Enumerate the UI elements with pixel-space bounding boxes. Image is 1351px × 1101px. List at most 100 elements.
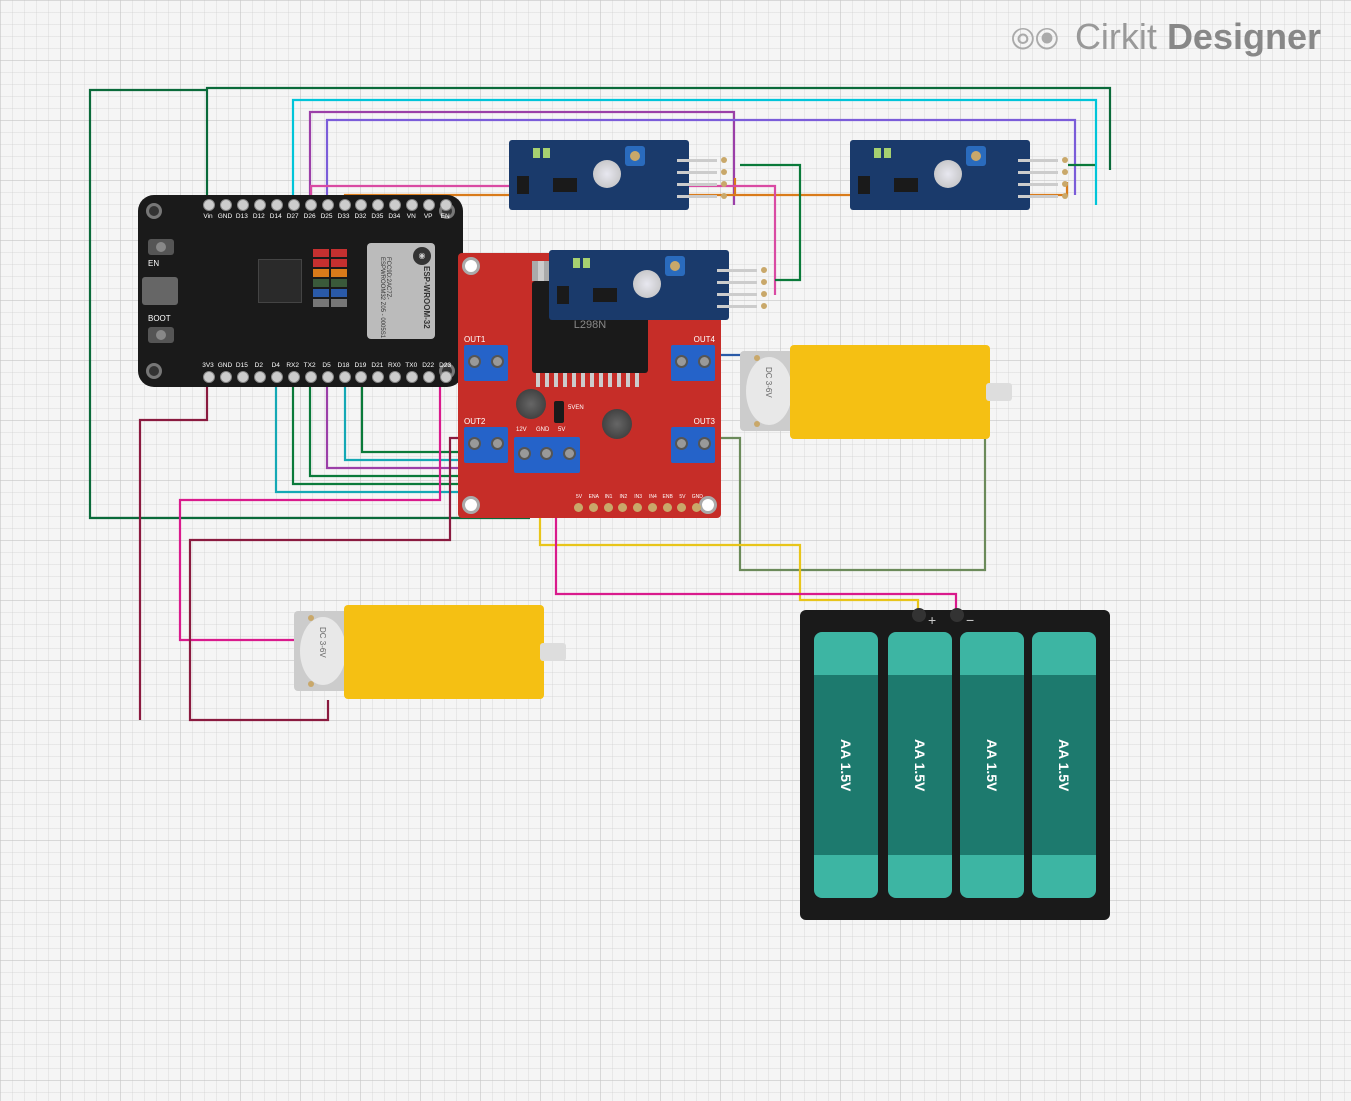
brand-name: Cirkit xyxy=(1075,16,1157,57)
out3-label: OUT3 xyxy=(694,417,715,426)
ctrl-pin-label: IN2 xyxy=(616,494,630,500)
out1-terminal[interactable] xyxy=(464,345,508,381)
motor-terminal-neg[interactable] xyxy=(754,421,760,427)
esp32-board[interactable]: VinGNDD13D12D14D27D26D25D33D32D35D34VNVP… xyxy=(138,195,463,387)
out1-label: OUT1 xyxy=(464,335,485,344)
circuit-icon: ⦾⦿ xyxy=(1011,23,1059,56)
esp32-top-pins: VinGNDD13D12D14D27D26D25D33D32D35D34VNVP… xyxy=(200,199,453,233)
power-led xyxy=(874,148,881,158)
ctrl-pin-label: 5V xyxy=(675,494,689,500)
ir-emitter xyxy=(517,176,529,194)
shield-marking: FCC9D:2AC7Z-ESPWROOM32 Z05 - 0005S1 xyxy=(379,257,391,339)
mounting-hole xyxy=(146,203,162,219)
ctrl-pin-label: IN1 xyxy=(602,494,616,500)
power-led xyxy=(573,258,580,268)
ctrl-pin-5v[interactable]: 5V xyxy=(677,480,689,512)
battery-holder[interactable]: + − AA 1.5V AA 1.5V AA 1.5V AA 1.5V xyxy=(800,610,1110,920)
ctrl-pin-label: ENB xyxy=(661,494,675,500)
ctrl-pin-label: 5V xyxy=(572,494,586,500)
capacitor xyxy=(516,389,546,419)
cell-label: AA 1.5V xyxy=(984,739,1000,791)
ir-sensor-3[interactable] xyxy=(549,250,729,320)
ctrl-pin-label: ENA xyxy=(587,494,601,500)
pwr-gnd: GND xyxy=(536,427,549,433)
motor-label: DC 3-6V xyxy=(318,627,327,658)
boot-button[interactable] xyxy=(148,327,174,343)
ir-pins xyxy=(677,156,727,204)
battery-neg-terminal[interactable] xyxy=(950,608,964,622)
ir-sensor-1[interactable] xyxy=(509,140,689,210)
capacitor xyxy=(602,409,632,439)
pin-en[interactable]: EN xyxy=(437,199,453,233)
mounting-hole xyxy=(462,496,480,514)
motor-label: DC 3-6V xyxy=(764,367,773,398)
ir-receiver xyxy=(934,160,962,188)
boot-label: BOOT xyxy=(148,314,171,323)
ctrl-pin-in3[interactable]: IN3 xyxy=(633,480,645,512)
power-led xyxy=(533,148,540,158)
ctrl-pin-5v[interactable]: 5V xyxy=(574,480,586,512)
motor-axle xyxy=(986,383,1012,401)
battery-cell: AA 1.5V xyxy=(888,632,952,898)
cell-label: AA 1.5V xyxy=(912,739,928,791)
motor-terminal-pos[interactable] xyxy=(308,615,314,621)
shield-label: ESP-WROOM-32 xyxy=(422,266,431,329)
out4-terminal[interactable] xyxy=(671,345,715,381)
motor-terminal-pos[interactable] xyxy=(754,355,760,361)
battery-pos-terminal[interactable] xyxy=(912,608,926,622)
wifi-shield: ◉ FCC9D:2AC7Z-ESPWROOM32 Z05 - 0005S1 ES… xyxy=(367,243,435,339)
battery-cell: AA 1.5V xyxy=(814,632,878,898)
signal-led xyxy=(543,148,550,158)
pwr-12v: 12V xyxy=(516,427,527,433)
out2-terminal[interactable] xyxy=(464,427,508,463)
en-button[interactable] xyxy=(148,239,174,255)
out4-label: OUT4 xyxy=(694,335,715,344)
usb-port xyxy=(142,277,178,305)
ctrl-pin-label: IN4 xyxy=(646,494,660,500)
potentiometer[interactable] xyxy=(625,146,645,166)
comparator-chip xyxy=(593,288,617,302)
battery-cell: AA 1.5V xyxy=(960,632,1024,898)
pin-d23[interactable]: D23 xyxy=(437,349,453,383)
ir-receiver xyxy=(593,160,621,188)
mounting-hole xyxy=(146,363,162,379)
motor-gearbox xyxy=(344,605,544,699)
potentiometer[interactable] xyxy=(966,146,986,166)
ir-pins xyxy=(717,266,767,314)
chip-pins xyxy=(536,373,644,387)
ctrl-pin-enb[interactable]: ENB xyxy=(663,480,675,512)
esp32-led-matrix xyxy=(312,249,348,315)
ir-receiver xyxy=(633,270,661,298)
product-name: Designer xyxy=(1167,16,1321,57)
power-terminal[interactable] xyxy=(514,437,580,473)
jumper-label: 5VEN xyxy=(568,405,584,411)
ctrl-pin-in1[interactable]: IN1 xyxy=(604,480,616,512)
ctrl-pin-label: GND xyxy=(690,494,704,500)
signal-led xyxy=(583,258,590,268)
out3-terminal[interactable] xyxy=(671,427,715,463)
control-pins[interactable]: 5VENAIN1IN2IN3IN4ENB5VGND xyxy=(574,480,704,512)
battery-plus-label: + xyxy=(928,612,936,628)
esp32-bottom-pins: 3V3GNDD15D2D4RX2TX2D5D18D19D21RX0TX0D22D… xyxy=(200,349,453,383)
motor-terminal-neg[interactable] xyxy=(308,681,314,687)
ir-sensor-2[interactable] xyxy=(850,140,1030,210)
ctrl-pin-ena[interactable]: ENA xyxy=(589,480,601,512)
out2-label: OUT2 xyxy=(464,417,485,426)
cell-label: AA 1.5V xyxy=(1056,739,1072,791)
ctrl-pin-in4[interactable]: IN4 xyxy=(648,480,660,512)
signal-led xyxy=(884,148,891,158)
ctrl-pin-gnd[interactable]: GND xyxy=(692,480,704,512)
ir-emitter xyxy=(557,286,569,304)
wifi-icon: ◉ xyxy=(413,247,431,265)
pin-label: EN xyxy=(433,213,457,220)
brand-logo: ⦾⦿ Cirkit Designer xyxy=(1011,16,1321,58)
motor-gearbox xyxy=(790,345,990,439)
ctrl-pin-label: IN3 xyxy=(631,494,645,500)
potentiometer[interactable] xyxy=(665,256,685,276)
pin-label: D23 xyxy=(433,362,457,369)
5v-jumper[interactable] xyxy=(554,401,564,423)
motor-axle xyxy=(540,643,566,661)
ctrl-pin-in2[interactable]: IN2 xyxy=(618,480,630,512)
comparator-chip xyxy=(553,178,577,192)
cell-label: AA 1.5V xyxy=(838,739,854,791)
